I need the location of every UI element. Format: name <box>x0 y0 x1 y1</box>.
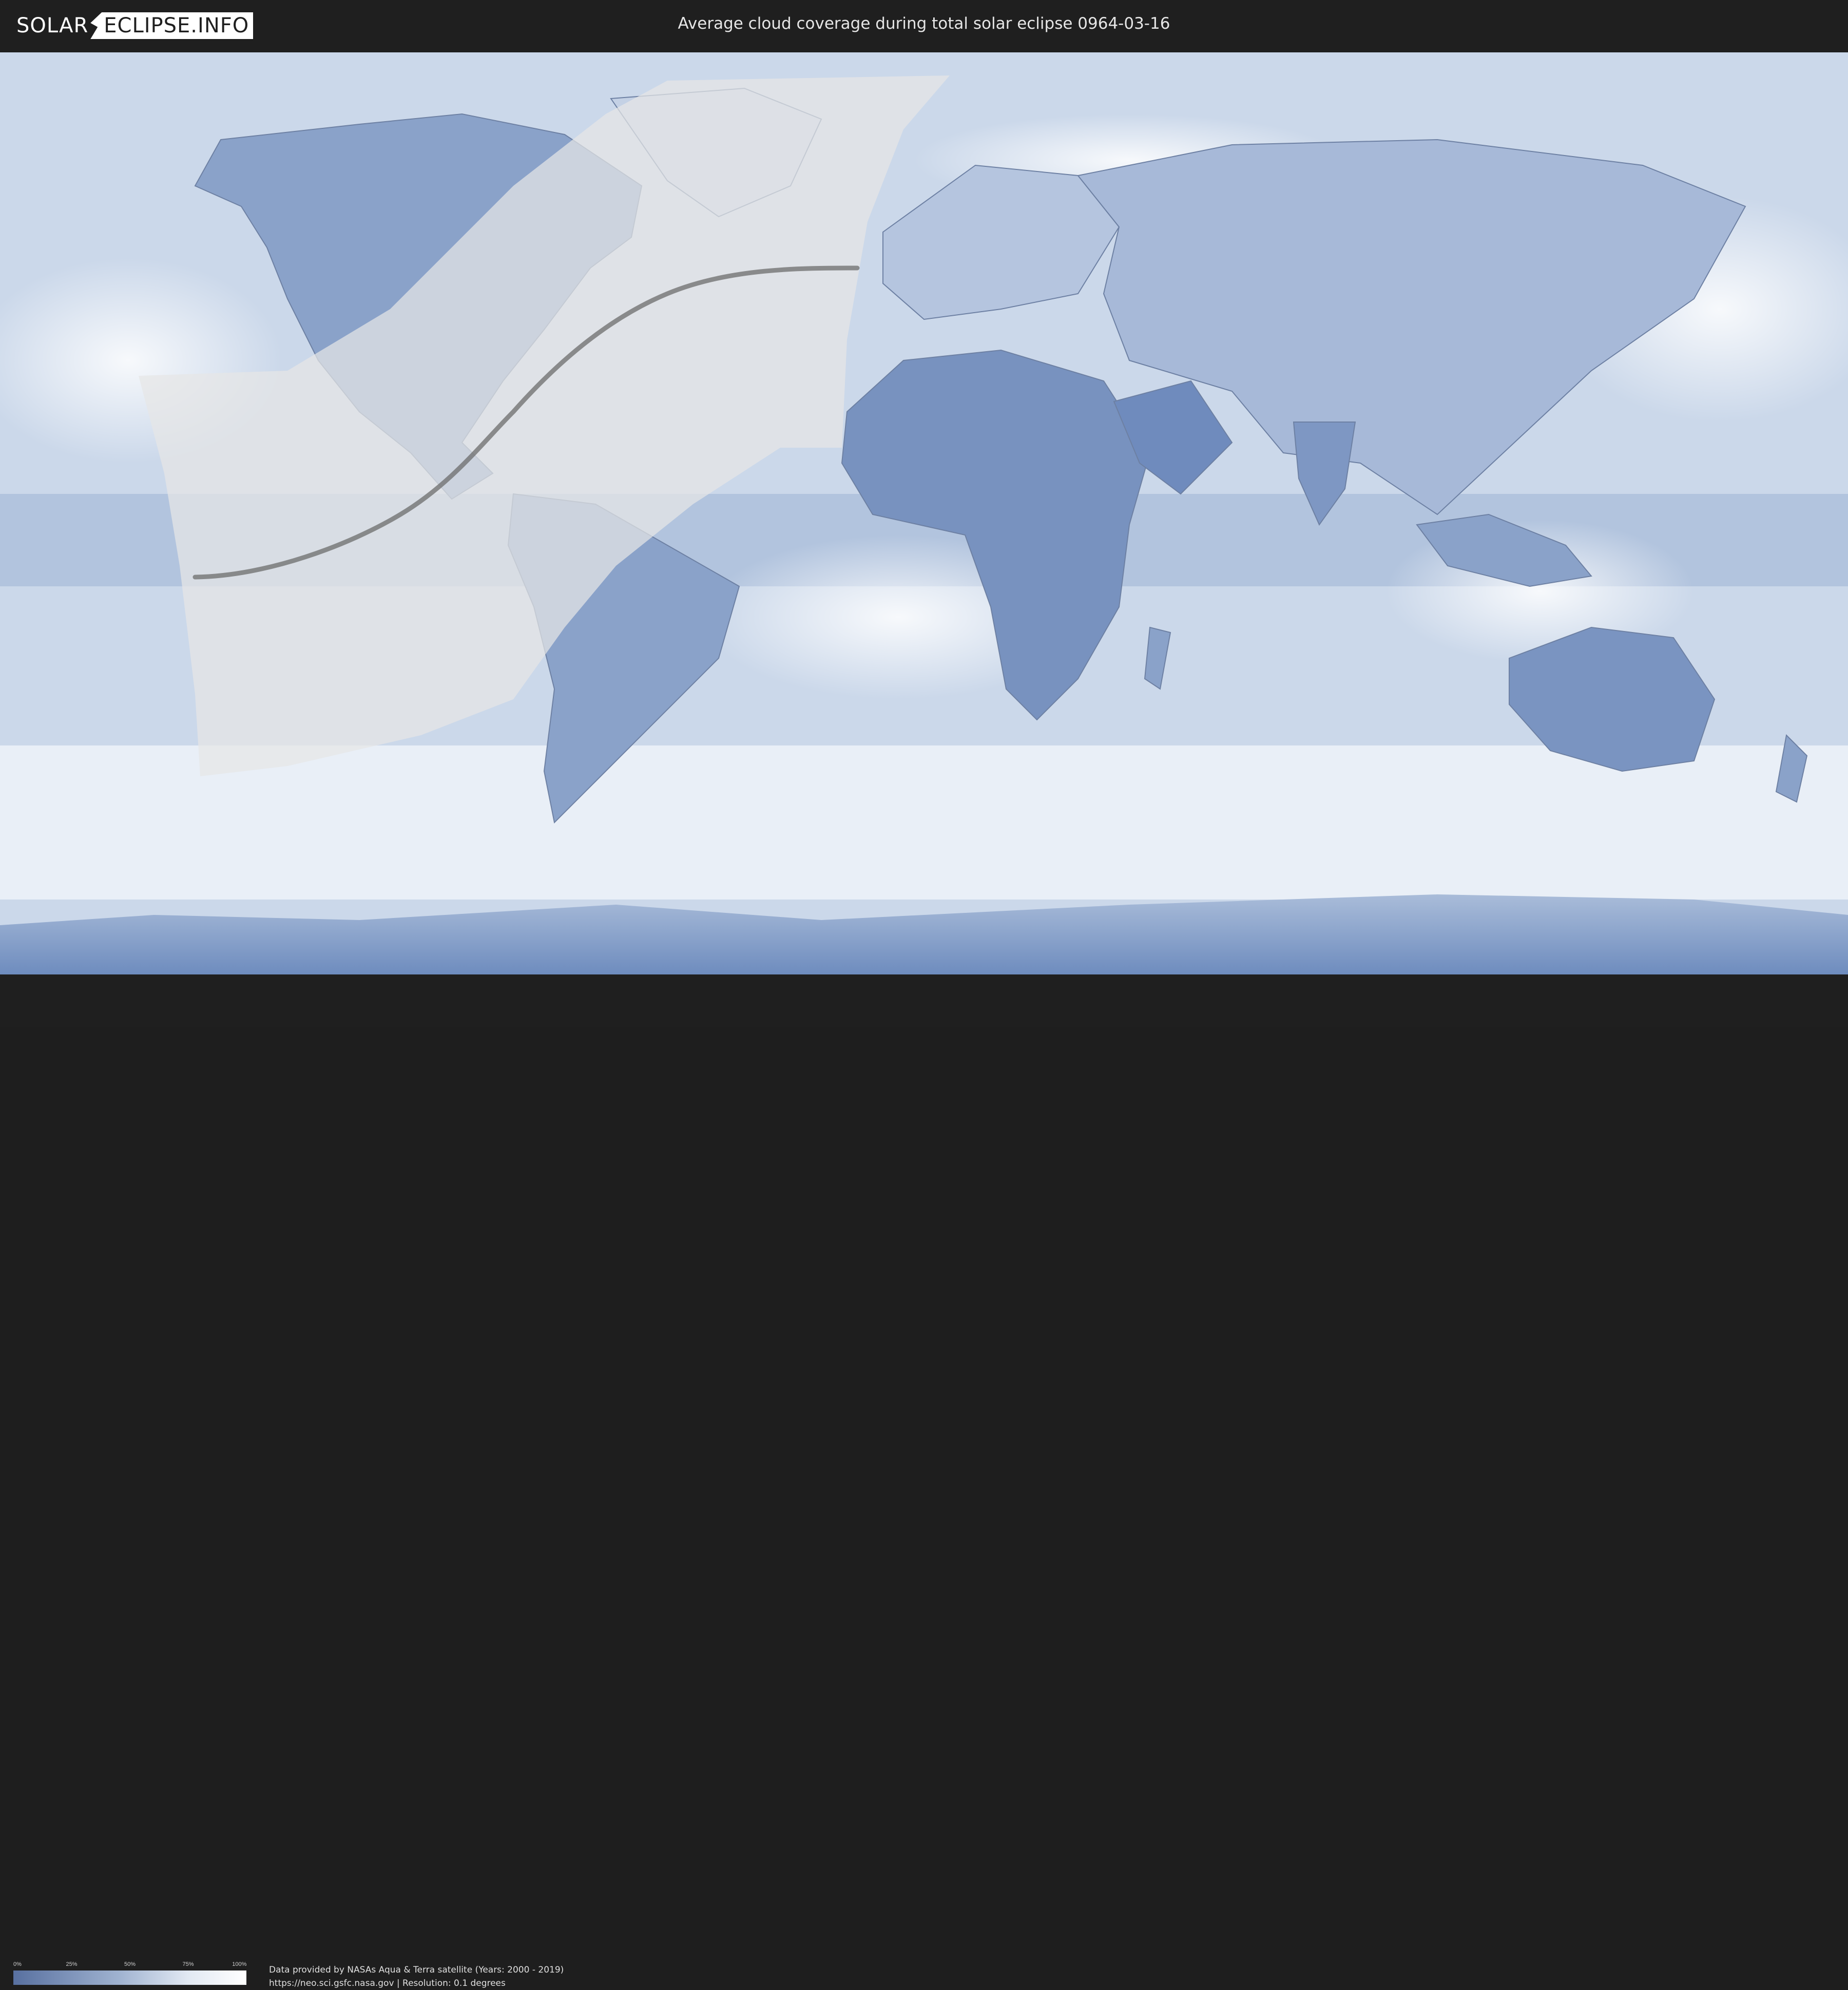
footer-bar: 0% 25% 50% 75% 100% Data provided by NAS… <box>0 974 1848 1988</box>
legend-tick: 0% <box>13 1961 22 1967</box>
source-line: Data provided by NASAs Aqua & Terra sate… <box>269 1965 564 1975</box>
header-bar: SOLAR ECLIPSE.INFO Average cloud coverag… <box>0 0 1848 51</box>
cloud-coverage-map[interactable] <box>0 52 1848 974</box>
source-link-line[interactable]: https://neo.sci.gsfc.nasa.gov | Resoluti… <box>269 1977 564 1990</box>
cloud-coverage-legend: 0% 25% 50% 75% 100% <box>13 1961 246 1985</box>
legend-tick: 100% <box>232 1961 247 1967</box>
legend-color-bar <box>13 1970 246 1985</box>
data-source-credit: Data provided by NASAs Aqua & Terra sate… <box>269 1963 564 1990</box>
legend-tick: 25% <box>66 1961 78 1967</box>
southern-cloud-belt <box>0 745 1848 900</box>
legend-ticks: 0% 25% 50% 75% 100% <box>13 1961 246 1968</box>
map-canvas <box>0 52 1848 974</box>
legend-tick: 75% <box>182 1961 194 1967</box>
legend-tick: 50% <box>124 1961 136 1967</box>
page-title: Average cloud coverage during total sola… <box>678 14 1170 33</box>
